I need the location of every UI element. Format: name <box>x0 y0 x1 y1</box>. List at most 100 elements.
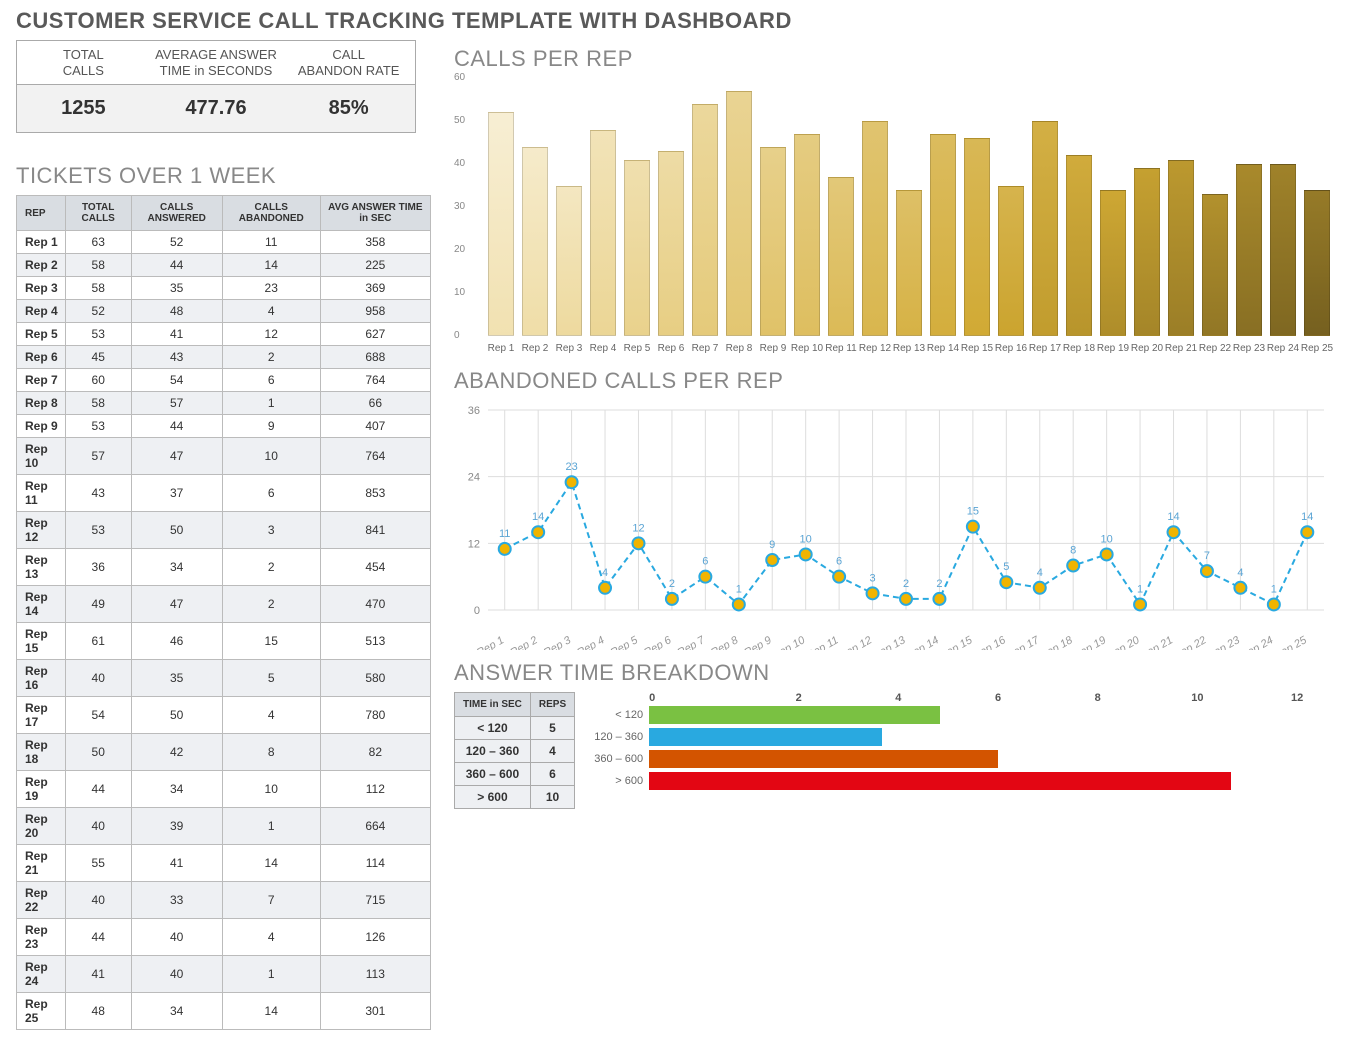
svg-text:2: 2 <box>936 578 942 590</box>
cell-abandoned: 4 <box>222 300 320 323</box>
cell-answered: 40 <box>131 919 222 956</box>
cell-avg: 358 <box>320 231 430 254</box>
cell-abandoned: 7 <box>222 882 320 919</box>
x-label: Rep 23 <box>1232 343 1266 354</box>
cell-total: 50 <box>65 734 131 771</box>
y-tick: 50 <box>454 115 465 126</box>
svg-text:Rep 14: Rep 14 <box>904 634 941 650</box>
cell-avg: 664 <box>320 808 430 845</box>
cell-answered: 52 <box>131 231 222 254</box>
cell-avg: 688 <box>320 346 430 369</box>
svg-text:6: 6 <box>702 556 708 568</box>
kpi-total-calls: TOTALCALLS 1255 <box>17 41 150 132</box>
svg-text:Rep 17: Rep 17 <box>1005 634 1042 650</box>
x-label: Rep 9 <box>756 343 790 354</box>
x-label: Rep 1 <box>484 343 518 354</box>
cell-answered: 50 <box>131 697 222 734</box>
svg-text:2: 2 <box>669 578 675 590</box>
bar <box>1100 190 1126 336</box>
cell-total: 60 <box>65 369 131 392</box>
th-rep: REP <box>17 196 66 231</box>
svg-text:36: 36 <box>468 405 480 417</box>
th-abandoned: CALLS ABANDONED <box>222 196 320 231</box>
cell-rep: Rep 13 <box>17 549 66 586</box>
cell-rep: Rep 3 <box>17 277 66 300</box>
svg-text:Rep 3: Rep 3 <box>542 634 574 650</box>
x-tick: 6 <box>948 692 1048 704</box>
cell-avg: 470 <box>320 586 430 623</box>
cell-rep: Rep 18 <box>17 734 66 771</box>
svg-text:23: 23 <box>565 461 577 473</box>
cell-rep: Rep 11 <box>17 475 66 512</box>
cell-avg: 780 <box>320 697 430 734</box>
cell-rep: Rep 17 <box>17 697 66 734</box>
svg-text:1: 1 <box>736 583 742 595</box>
svg-text:Rep 23: Rep 23 <box>1205 634 1242 650</box>
cell-answered: 47 <box>131 586 222 623</box>
cell-reps: 6 <box>530 763 574 786</box>
answer-time-table: TIME in SEC REPS < 1205120 – 3604360 – 6… <box>454 692 575 809</box>
kpi-abandon-rate: CALLABANDON RATE 85% <box>282 41 415 132</box>
svg-text:Rep 6: Rep 6 <box>642 634 674 650</box>
table-row: > 60010 <box>455 786 575 809</box>
x-label: Rep 16 <box>994 343 1028 354</box>
cell-avg: 627 <box>320 323 430 346</box>
kpi-label: ABANDON RATE <box>298 63 400 78</box>
svg-text:Rep 5: Rep 5 <box>609 634 641 650</box>
bar <box>964 138 990 336</box>
cell-answered: 35 <box>131 277 222 300</box>
svg-text:5: 5 <box>1003 561 1009 573</box>
svg-text:7: 7 <box>1204 550 1210 562</box>
x-label: Rep 6 <box>654 343 688 354</box>
svg-text:Rep 21: Rep 21 <box>1138 634 1175 650</box>
cell-abandoned: 1 <box>222 956 320 993</box>
cell-answered: 44 <box>131 254 222 277</box>
bar <box>1236 164 1262 336</box>
cell-abandoned: 14 <box>222 993 320 1030</box>
svg-text:Rep 18: Rep 18 <box>1038 634 1075 650</box>
cell-abandoned: 23 <box>222 277 320 300</box>
hbar-label: < 120 <box>589 709 649 721</box>
svg-text:4: 4 <box>1037 567 1043 579</box>
cell-reps: 5 <box>530 717 574 740</box>
cell-time: 120 – 360 <box>455 740 531 763</box>
cell-abandoned: 9 <box>222 415 320 438</box>
x-label: Rep 11 <box>824 343 858 354</box>
table-row: Rep 19443410112 <box>17 771 431 808</box>
abandoned-title: ABANDONED CALLS PER REP <box>454 368 1347 394</box>
table-row: Rep 85857166 <box>17 392 431 415</box>
table-row: Rep 1640355580 <box>17 660 431 697</box>
bar <box>488 112 514 336</box>
x-tick: 4 <box>849 692 949 704</box>
svg-text:14: 14 <box>1167 511 1179 523</box>
table-row: Rep 21554114114 <box>17 845 431 882</box>
table-row: 360 – 6006 <box>455 763 575 786</box>
cell-rep: Rep 2 <box>17 254 66 277</box>
cell-total: 53 <box>65 512 131 549</box>
table-row: 120 – 3604 <box>455 740 575 763</box>
svg-text:Rep 24: Rep 24 <box>1239 634 1276 650</box>
cell-avg: 66 <box>320 392 430 415</box>
calls-per-rep-chart: 0102030405060 Rep 1Rep 2Rep 3Rep 4Rep 5R… <box>454 78 1334 358</box>
cell-answered: 37 <box>131 475 222 512</box>
x-label: Rep 24 <box>1266 343 1300 354</box>
kpi-label: TIME in SECONDS <box>160 63 273 78</box>
cell-total: 55 <box>65 845 131 882</box>
cell-rep: Rep 9 <box>17 415 66 438</box>
cell-abandoned: 15 <box>222 623 320 660</box>
cell-avg: 454 <box>320 549 430 586</box>
svg-text:Rep 25: Rep 25 <box>1272 634 1309 650</box>
x-label: Rep 12 <box>858 343 892 354</box>
hbar <box>649 750 998 768</box>
hbar-label: 360 – 600 <box>589 753 649 765</box>
bar <box>624 160 650 336</box>
svg-text:10: 10 <box>1101 533 1113 545</box>
cell-avg: 126 <box>320 919 430 956</box>
bar <box>862 121 888 336</box>
cell-answered: 50 <box>131 512 222 549</box>
hbar <box>649 772 1231 790</box>
cell-total: 43 <box>65 475 131 512</box>
cell-abandoned: 8 <box>222 734 320 771</box>
svg-text:Rep 20: Rep 20 <box>1105 634 1142 650</box>
cell-total: 54 <box>65 697 131 734</box>
